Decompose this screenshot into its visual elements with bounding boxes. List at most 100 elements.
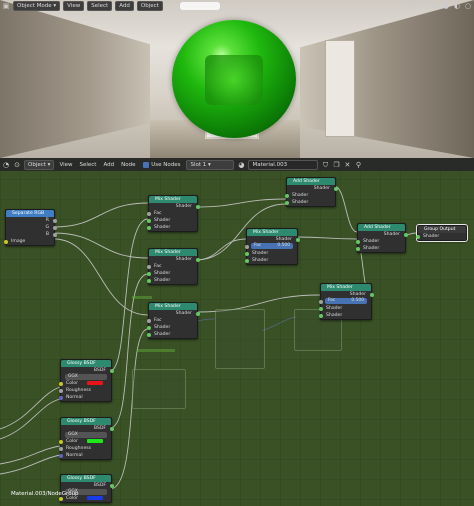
socket-shader-out[interactable]: Shader (321, 291, 374, 298)
socket-dot[interactable] (58, 446, 63, 451)
socket-normal[interactable]: Normal (58, 452, 111, 459)
node-mix-shader-1[interactable]: Mix Shader Shader Fac Shader Shader (146, 195, 200, 232)
shading-rendered-icon[interactable]: ○ (464, 2, 472, 10)
node-menu-select[interactable]: Select (78, 161, 99, 170)
socket-shader-in-1[interactable]: Shader (355, 238, 405, 245)
socket-dot[interactable] (146, 264, 151, 269)
socket-dot[interactable] (146, 225, 151, 230)
socket-dot[interactable] (3, 239, 8, 244)
socket-shader-out[interactable]: Shader (247, 236, 300, 243)
socket-shader-in-1[interactable]: Shader (146, 324, 197, 331)
socket-b[interactable]: B (6, 231, 57, 238)
socket-dot[interactable] (58, 439, 63, 444)
socket-dot[interactable] (318, 299, 323, 304)
socket-dot[interactable] (146, 211, 151, 216)
node-mix-shader-5[interactable]: Mix Shader Shader Fac 0.500 Shader Shader (318, 283, 374, 320)
socket-bsdf-out[interactable]: BSDF (61, 482, 114, 489)
socket-r[interactable]: R (6, 217, 57, 224)
slot-dropdown[interactable]: Slot 1 ▾ (186, 160, 235, 170)
socket-dot[interactable] (195, 311, 200, 316)
socket-dot[interactable] (146, 325, 151, 330)
node-glossy-bsdf-3[interactable]: Glossy BSDF BSDF GGX Color (58, 474, 114, 503)
socket-dot[interactable] (58, 453, 63, 458)
node-menu-add[interactable]: Add (101, 161, 116, 170)
socket-dot[interactable] (369, 292, 374, 297)
overlay-icon[interactable]: ◎ (431, 2, 439, 10)
socket-dot[interactable] (146, 218, 151, 223)
socket-shader-in-2[interactable]: Shader (284, 199, 335, 206)
socket-dot[interactable] (52, 232, 57, 237)
shading-solid-icon[interactable]: ● (442, 2, 450, 10)
snapping-icon[interactable]: ⌖ (420, 2, 428, 10)
node-mix-shader-4[interactable]: Mix Shader Shader Fac 0.500 Shader Shader (244, 228, 300, 265)
socket-shader-in-2[interactable]: Shader (146, 224, 197, 231)
use-nodes-toggle[interactable]: Use Nodes (140, 161, 183, 169)
socket-dot[interactable] (58, 496, 63, 501)
socket-dot[interactable] (109, 368, 114, 373)
object-mode-dropdown[interactable]: Object Mode ▾ (13, 0, 61, 11)
viewport-editor-type-icon[interactable]: ▣ (2, 2, 10, 10)
socket-dot[interactable] (109, 483, 114, 488)
socket-fac[interactable]: Fac (146, 210, 197, 217)
node-add-shader-1[interactable]: Add Shader Shader Shader Shader (284, 177, 338, 207)
node-add-shader-2[interactable]: Add Shader Shader Shader Shader (355, 223, 408, 253)
faded-node-1[interactable] (215, 309, 265, 369)
node-mix-shader-3[interactable]: Mix Shader Shader Fac Shader Shader (146, 302, 200, 339)
node-menu-node[interactable]: Node (119, 161, 137, 170)
socket-normal[interactable]: Normal (58, 394, 111, 401)
socket-dot[interactable] (355, 246, 360, 251)
fac-slider[interactable]: Fac 0.500 (325, 298, 367, 304)
material-browse-icon[interactable]: ◕ (237, 161, 245, 169)
socket-g[interactable]: G (6, 224, 57, 231)
shader-type-icon[interactable]: ⊙ (13, 161, 21, 169)
socket-fac[interactable]: Fac (146, 263, 197, 270)
node-mix-shader-2[interactable]: Mix Shader Shader Fac Shader Shader (146, 248, 200, 285)
material-name-field[interactable]: Material.003 (248, 160, 319, 170)
socket-dot[interactable] (58, 381, 63, 386)
node-separate-rgb[interactable]: Separate RGB R G B Image (3, 209, 57, 246)
node-menu-view[interactable]: View (57, 161, 74, 170)
socket-dot[interactable] (146, 278, 151, 283)
transform-orientation-icon[interactable]: ⤡ (409, 2, 417, 10)
node-editor-type-icon[interactable]: ◔ (2, 161, 10, 169)
socket-shader-in-2[interactable]: Shader (146, 277, 197, 284)
unlink-icon[interactable]: ✕ (343, 161, 351, 169)
socket-shader-out[interactable]: Shader (149, 203, 200, 210)
socket-dot[interactable] (52, 225, 57, 230)
node-editor-canvas[interactable]: Separate RGB R G B Image Mix Shader Shad… (0, 159, 474, 506)
3d-viewport[interactable]: ▣ Object Mode ▾ View Select Add Object ⤡… (0, 0, 474, 158)
socket-dot[interactable] (58, 395, 63, 400)
duplicate-material-icon[interactable]: ❐ (332, 161, 340, 169)
socket-shader-out[interactable]: Shader (149, 310, 200, 317)
shading-material-icon[interactable]: ◐ (453, 2, 461, 10)
socket-dot[interactable] (355, 239, 360, 244)
socket-shader-in-2[interactable]: Shader (146, 331, 197, 338)
socket-shader-out[interactable]: Shader (358, 231, 408, 238)
color-swatch-blue[interactable] (87, 495, 104, 500)
viewport-menu-add[interactable]: Add (115, 0, 134, 11)
socket-dot[interactable] (284, 200, 289, 205)
fac-slider[interactable]: Fac 0.500 (251, 243, 293, 249)
socket-fac[interactable]: Fac 0.500 (244, 243, 297, 250)
socket-dot[interactable] (318, 313, 323, 318)
socket-dot[interactable] (415, 234, 420, 239)
socket-bsdf-out[interactable]: BSDF (61, 425, 114, 432)
socket-color[interactable]: Color (58, 380, 111, 387)
socket-shader-out[interactable]: Shader (149, 256, 200, 263)
socket-dot[interactable] (244, 258, 249, 263)
socket-shader-in-1[interactable]: Shader (318, 305, 371, 312)
node-glossy-bsdf-2[interactable]: Glossy BSDF BSDF GGX Color Roughness Nor… (58, 417, 114, 460)
socket-dot[interactable] (318, 306, 323, 311)
use-nodes-checkbox[interactable] (143, 161, 150, 168)
socket-shader-in-1[interactable]: Shader (284, 192, 335, 199)
socket-fac[interactable]: Fac 0.500 (318, 298, 371, 305)
viewport-menu-select[interactable]: Select (87, 0, 113, 11)
socket-bsdf-out[interactable]: BSDF (61, 367, 114, 374)
socket-shader-in-2[interactable]: Shader (244, 257, 297, 264)
socket-color[interactable]: Color (58, 438, 111, 445)
socket-dot[interactable] (146, 271, 151, 276)
socket-dot[interactable] (284, 193, 289, 198)
socket-dot[interactable] (244, 244, 249, 249)
socket-shader-out[interactable]: Shader (287, 185, 338, 192)
socket-dot[interactable] (244, 251, 249, 256)
